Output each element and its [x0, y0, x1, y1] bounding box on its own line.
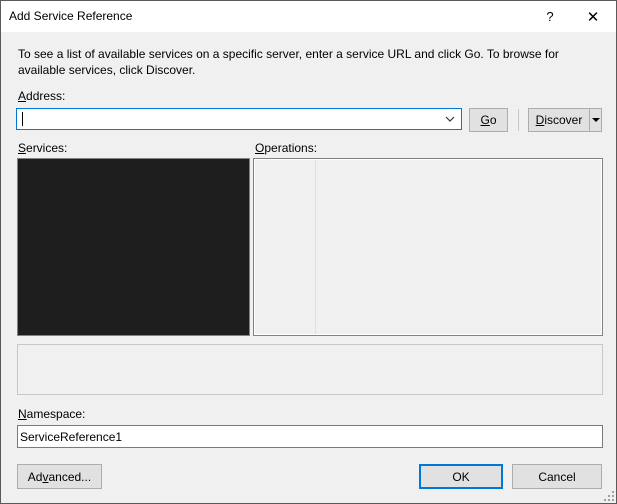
dropdown-arrow-icon [591, 118, 600, 122]
help-button[interactable]: ? [533, 1, 567, 32]
column-divider [315, 160, 316, 334]
address-input[interactable] [19, 110, 443, 128]
namespace-input[interactable] [17, 425, 603, 448]
address-label: Address: [18, 89, 66, 103]
operations-list-body [255, 160, 601, 334]
services-tree[interactable] [17, 158, 250, 336]
address-combobox[interactable] [16, 108, 462, 130]
operations-list[interactable] [253, 158, 603, 336]
advanced-button[interactable]: Ad v anced... [17, 464, 102, 489]
help-icon: ? [546, 9, 554, 24]
dialog-title: Add Service Reference [9, 9, 133, 23]
text-caret [22, 112, 23, 126]
close-icon: ✕ [586, 8, 600, 26]
discover-dropdown-button[interactable] [589, 108, 602, 132]
go-button[interactable]: Go [469, 108, 508, 132]
toolbar-separator [518, 109, 519, 131]
namespace-label: Namespace: [18, 407, 86, 421]
close-button[interactable]: ✕ [576, 1, 610, 32]
cancel-button[interactable]: Cancel [512, 464, 602, 489]
resize-grip-icon[interactable] [604, 491, 614, 501]
status-message-box [17, 344, 603, 395]
operations-label: Operations: [255, 141, 318, 155]
chevron-down-icon[interactable] [443, 112, 457, 126]
title-bar: Add Service Reference ? ✕ [1, 1, 616, 32]
add-service-reference-dialog: Add Service Reference ? ✕ To see a list … [0, 0, 617, 504]
instructions-text: To see a list of available services on a… [18, 47, 559, 77]
ok-button[interactable]: OK [419, 464, 503, 489]
services-label: Services: [18, 141, 68, 155]
discover-button[interactable]: Discover [528, 108, 589, 132]
